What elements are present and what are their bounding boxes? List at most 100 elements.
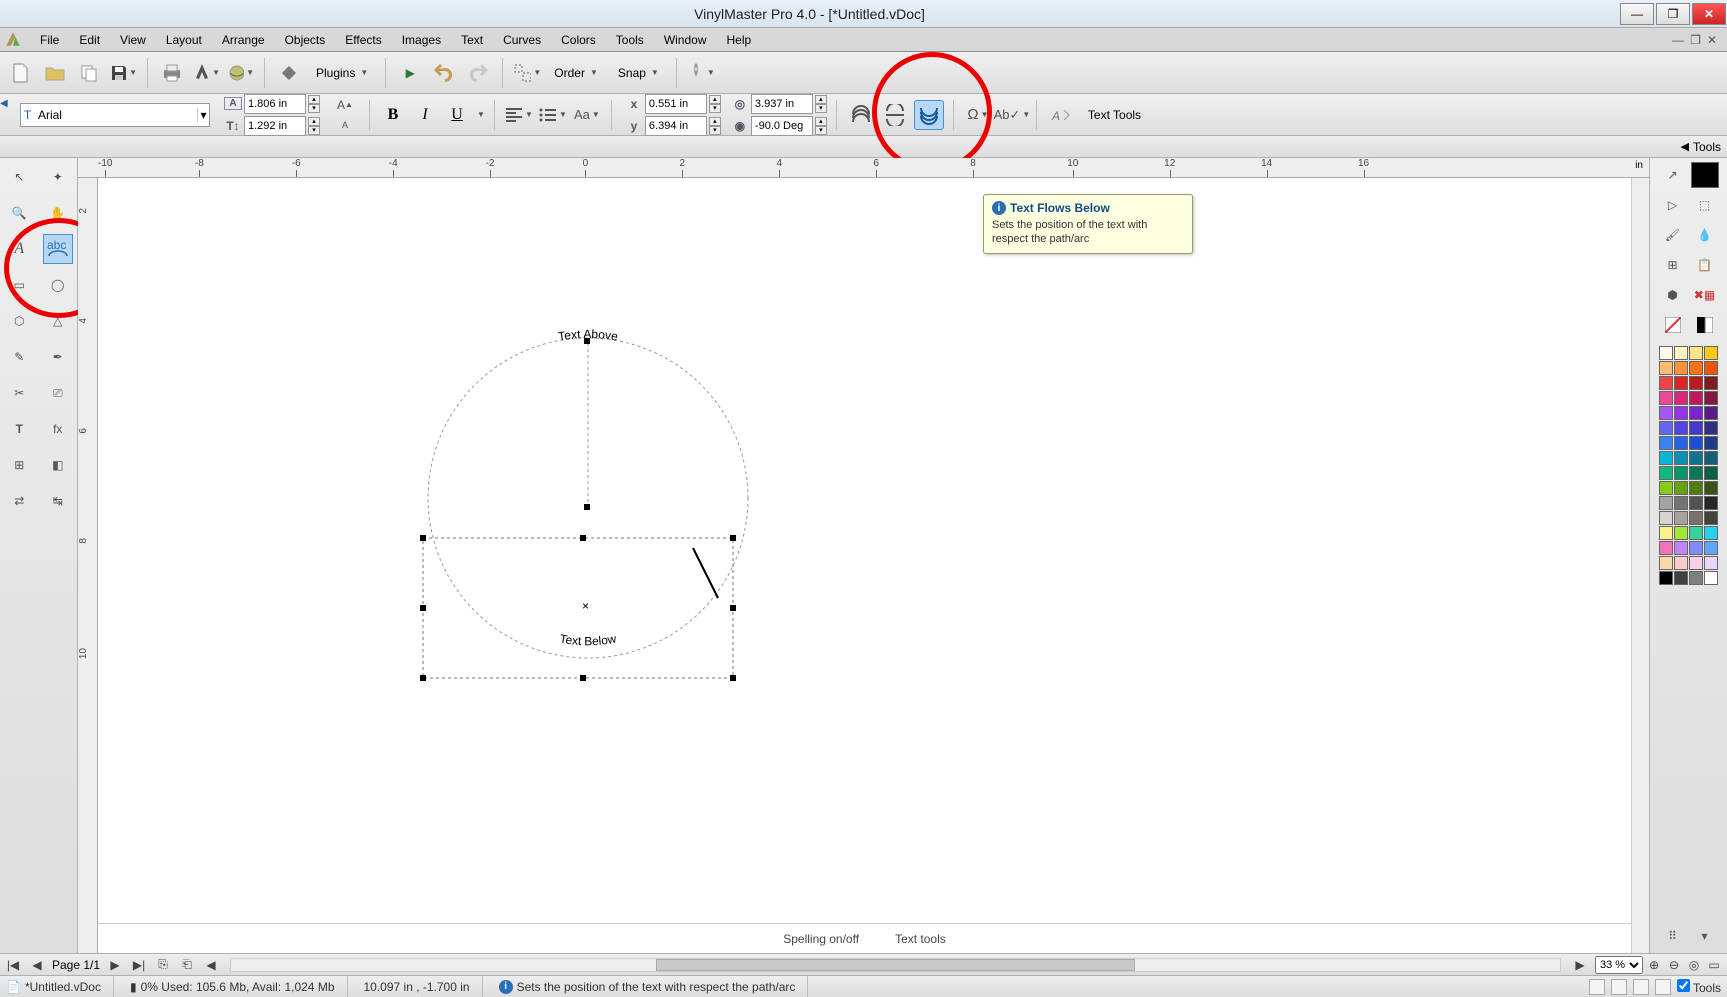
underline-button[interactable]: U (443, 101, 471, 129)
plugins-icon[interactable] (274, 58, 304, 88)
text-tools-button[interactable]: Text Tools (1080, 100, 1149, 130)
distort-tool[interactable]: ⇄ (4, 486, 34, 516)
export-button[interactable]: ▼ (225, 58, 255, 88)
font-family-input[interactable] (34, 108, 197, 122)
menu-file[interactable]: File (30, 31, 69, 49)
arc-text-tool[interactable]: abc (43, 234, 73, 264)
color-swatch[interactable] (1704, 541, 1718, 555)
menu-curves[interactable]: Curves (493, 31, 551, 49)
scroll-left-button[interactable]: ◀ (202, 958, 220, 972)
zoom-in-button[interactable]: ⊕ (1645, 958, 1663, 972)
color-swatch[interactable] (1704, 466, 1718, 480)
mdi-minimize-button[interactable]: — (1672, 33, 1684, 47)
palette-options-button[interactable]: ⠿ (1659, 923, 1687, 949)
new-file-button[interactable] (6, 58, 36, 88)
launch-button[interactable]: ▼ (686, 58, 716, 88)
color-swatch[interactable] (1659, 361, 1673, 375)
color-swatch[interactable] (1674, 391, 1688, 405)
stroke-none-button[interactable]: ⬚ (1691, 192, 1719, 218)
undo-button[interactable] (429, 58, 459, 88)
color-swatch[interactable] (1659, 466, 1673, 480)
plugins-button[interactable]: Plugins▼ (308, 58, 376, 88)
text-tools-link[interactable]: Text tools (895, 932, 946, 946)
color-swatch[interactable] (1674, 526, 1688, 540)
color-swatch[interactable] (1674, 541, 1688, 555)
color-swatch[interactable] (1704, 571, 1718, 585)
node-edit-tool[interactable]: ✦ (43, 162, 73, 192)
color-swatch[interactable] (1674, 376, 1688, 390)
text-height-up[interactable]: ▴ (308, 117, 320, 126)
underline-more-caret[interactable]: ▼ (477, 110, 485, 119)
font-dropdown-caret[interactable]: ▾ (197, 108, 209, 122)
no-fill-icon[interactable] (1659, 312, 1687, 338)
menu-view[interactable]: View (110, 31, 156, 49)
mdi-close-button[interactable]: ✕ (1707, 33, 1717, 47)
vertical-scrollbar[interactable] (1631, 178, 1649, 953)
color-swatch[interactable] (1659, 511, 1673, 525)
color-swatch[interactable] (1689, 346, 1703, 360)
color-swatch[interactable] (1689, 481, 1703, 495)
angle-up[interactable]: ▴ (815, 117, 827, 126)
color-swatch[interactable] (1674, 571, 1688, 585)
color-swatch[interactable] (1704, 451, 1718, 465)
pos-x-input[interactable] (645, 94, 707, 114)
color-swatch[interactable] (1674, 556, 1688, 570)
ruler-horizontal[interactable]: in -10-8-6-4-20246810121416 (78, 158, 1649, 178)
page-last-button[interactable]: ▶| (130, 958, 148, 972)
zoom-combo[interactable]: 33 % (1595, 956, 1643, 974)
align-tool[interactable]: ↹ (43, 486, 73, 516)
close-button[interactable]: ✕ (1692, 3, 1726, 25)
angle-down[interactable]: ▾ (815, 126, 827, 135)
color-swatch[interactable] (1704, 511, 1718, 525)
color-swatch[interactable] (1659, 376, 1673, 390)
color-swatch[interactable] (1689, 466, 1703, 480)
arc-text-object[interactable]: Text Above Text Below × (398, 298, 778, 678)
scroll-right-button[interactable]: ▶ (1571, 958, 1589, 972)
radius-down[interactable]: ▾ (815, 104, 827, 113)
text-flows-below-button[interactable] (914, 100, 944, 130)
menu-images[interactable]: Images (392, 31, 451, 49)
status-icon-2[interactable] (1611, 979, 1627, 995)
play-button[interactable]: ▶ (395, 58, 425, 88)
open-file-button[interactable] (40, 58, 70, 88)
fill-none-button[interactable]: ▷ (1659, 192, 1687, 218)
color-swatch[interactable] (1674, 481, 1688, 495)
text-tools-icon[interactable]: A (1046, 100, 1076, 130)
increase-size-button[interactable]: A▲ (330, 96, 360, 114)
clipboard-button[interactable]: 📋 (1691, 252, 1719, 278)
page-prev-button[interactable]: ◀ (28, 958, 46, 972)
color-swatch[interactable] (1704, 346, 1718, 360)
text-flows-above-button[interactable] (846, 100, 876, 130)
status-icon-4[interactable] (1655, 979, 1671, 995)
spelling-toggle-link[interactable]: Spelling on/off (783, 932, 859, 946)
horizontal-scrollbar[interactable] (230, 958, 1561, 972)
color-swatch[interactable] (1704, 556, 1718, 570)
color-swatch[interactable] (1704, 361, 1718, 375)
ruler-vertical[interactable]: 246810 (78, 178, 98, 953)
color-swatch[interactable] (1704, 376, 1718, 390)
redo-button[interactable] (463, 58, 493, 88)
color-swatch[interactable] (1659, 406, 1673, 420)
color-swatch[interactable] (1689, 496, 1703, 510)
menu-tools[interactable]: Tools (606, 31, 654, 49)
text-flows-center-button[interactable] (880, 100, 910, 130)
menu-window[interactable]: Window (654, 31, 717, 49)
print-button[interactable] (157, 58, 187, 88)
mdi-restore-button[interactable]: ❐ (1690, 33, 1701, 47)
color-swatch[interactable] (1659, 571, 1673, 585)
pos-x-down[interactable]: ▾ (709, 104, 721, 113)
pan-tool[interactable]: ✋ (43, 198, 73, 228)
crop-tool[interactable]: ⊞ (4, 450, 34, 480)
polygon-tool[interactable]: ⬡ (4, 306, 34, 336)
rectangle-tool[interactable]: ▭ (4, 270, 34, 300)
align-button[interactable]: ▼ (504, 100, 534, 130)
color-swatch[interactable] (1689, 511, 1703, 525)
angle-input[interactable] (751, 116, 813, 136)
color-swatch[interactable] (1659, 526, 1673, 540)
color-swatch[interactable] (1689, 451, 1703, 465)
color-swatch[interactable] (1704, 436, 1718, 450)
page-first-button[interactable]: |◀ (4, 958, 22, 972)
color-swatch[interactable] (1704, 526, 1718, 540)
text-height-down[interactable]: ▾ (308, 126, 320, 135)
pointer-tool[interactable]: ↖ (4, 162, 34, 192)
